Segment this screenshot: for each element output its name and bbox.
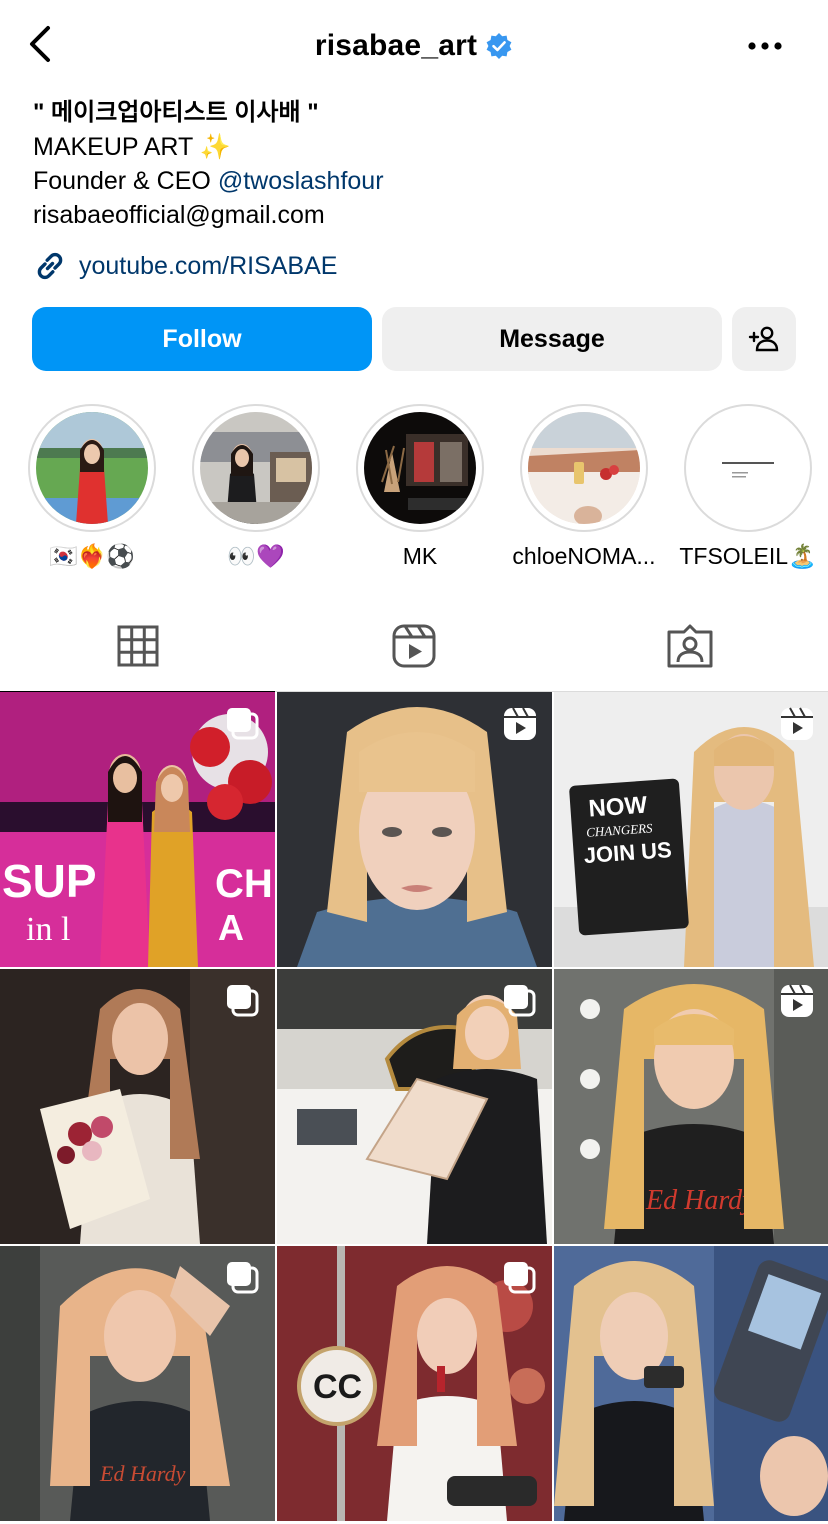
- story-highlights: 🇰🇷❤️‍🔥⚽ 👀💜: [0, 404, 828, 584]
- post-thumbnail[interactable]: CC: [277, 1246, 552, 1521]
- post-thumbnail[interactable]: NOW CHANGERS JOIN US: [554, 692, 828, 967]
- reel-icon: [781, 984, 813, 1017]
- tagged-icon: [667, 624, 713, 668]
- highlight-ring: [520, 404, 648, 532]
- link-icon: [37, 252, 63, 280]
- suggested-accounts-button[interactable]: [732, 307, 796, 371]
- more-horizontal-icon: [748, 42, 782, 50]
- post-thumbnail[interactable]: [277, 969, 552, 1244]
- profile-tabs: [0, 600, 828, 693]
- posts-grid: SUP in l CH A NOW CHANGERS JOIN US Ed Ha…: [0, 692, 828, 1524]
- highlight-label: MK: [402, 543, 438, 569]
- bio-line-founder: Founder & CEO @twoslashfour: [33, 164, 793, 198]
- tab-posts[interactable]: [0, 600, 276, 693]
- grid-icon: [117, 625, 159, 667]
- highlight-label: 🇰🇷❤️‍🔥⚽: [49, 543, 135, 569]
- post-thumbnail[interactable]: [0, 969, 275, 1244]
- highlight-cover-image: [364, 412, 476, 524]
- highlight-ring: [356, 404, 484, 532]
- highlight-cover-image: [36, 412, 148, 524]
- post-thumbnail[interactable]: SUP in l CH A: [0, 692, 275, 967]
- highlight-label: TFSOLEIL🏝️: [679, 543, 817, 569]
- svg-text:Ed Hardy: Ed Hardy: [99, 1461, 186, 1486]
- svg-text:A: A: [218, 907, 244, 948]
- highlight-cover-image: [692, 412, 804, 524]
- svg-text:CC: CC: [313, 1368, 362, 1406]
- svg-text:Ed Hardy: Ed Hardy: [645, 1185, 755, 1216]
- highlight-label: 👀💜: [227, 543, 285, 569]
- highlight-ring: [28, 404, 156, 532]
- profile-header: risabae_art: [0, 0, 828, 90]
- svg-text:in l: in l: [26, 911, 70, 948]
- highlight-ring: [684, 404, 812, 532]
- add-person-icon: [748, 326, 779, 352]
- bio-line-makeup: MAKEUP ART ✨: [33, 133, 231, 161]
- verified-badge-icon: [486, 33, 512, 59]
- svg-text:NOW: NOW: [588, 792, 649, 823]
- bio-external-link[interactable]: youtube.com/RISABAE: [33, 246, 337, 286]
- post-thumbnail[interactable]: Ed Hardy: [554, 969, 828, 1244]
- highlight-cover-image: [528, 412, 640, 524]
- bio-mention-link[interactable]: @twoslashfour: [218, 167, 384, 195]
- carousel-icon: [227, 985, 259, 1017]
- carousel-icon: [227, 1262, 259, 1294]
- carousel-icon: [504, 1262, 536, 1294]
- highlight-item[interactable]: 👀💜: [174, 404, 338, 570]
- bio-email: risabaeofficial@gmail.com: [33, 201, 325, 229]
- reels-icon: [392, 624, 436, 668]
- title-wrap: risabae_art: [0, 26, 828, 66]
- more-options-button[interactable]: [740, 26, 790, 66]
- highlight-cover-image: [200, 412, 312, 524]
- profile-username: risabae_art: [314, 29, 478, 62]
- tab-tagged[interactable]: [552, 600, 828, 692]
- carousel-icon: [227, 708, 259, 740]
- message-button[interactable]: Message: [382, 307, 722, 371]
- post-thumbnail[interactable]: [277, 692, 552, 967]
- bio-name: " 메이크업아티스트 이사배 ": [33, 99, 319, 126]
- svg-text:SUP: SUP: [2, 855, 97, 907]
- highlight-ring: [192, 404, 320, 532]
- bio-founder-text: Founder & CEO: [33, 167, 218, 195]
- highlight-label: chloeNOMA...: [512, 543, 656, 569]
- carousel-icon: [504, 985, 536, 1017]
- svg-text:CH: CH: [215, 862, 273, 906]
- bio-link-text: youtube.com/RISABAE: [79, 251, 338, 280]
- follow-button[interactable]: Follow: [32, 307, 372, 371]
- highlight-item[interactable]: chloeNOMA...: [502, 404, 666, 570]
- post-thumbnail[interactable]: [554, 1246, 828, 1521]
- profile-bio: " 메이크업아티스트 이사배 " MAKEUP ART ✨ Founder & …: [33, 96, 793, 232]
- tab-reels[interactable]: [276, 600, 552, 692]
- reel-icon: [781, 707, 813, 740]
- highlight-item[interactable]: MK: [338, 404, 502, 570]
- post-thumbnail[interactable]: Ed Hardy: [0, 1246, 275, 1521]
- reel-icon: [504, 707, 536, 740]
- highlight-item[interactable]: TFSOLEIL🏝️: [666, 404, 828, 570]
- highlight-item[interactable]: 🇰🇷❤️‍🔥⚽: [10, 404, 174, 570]
